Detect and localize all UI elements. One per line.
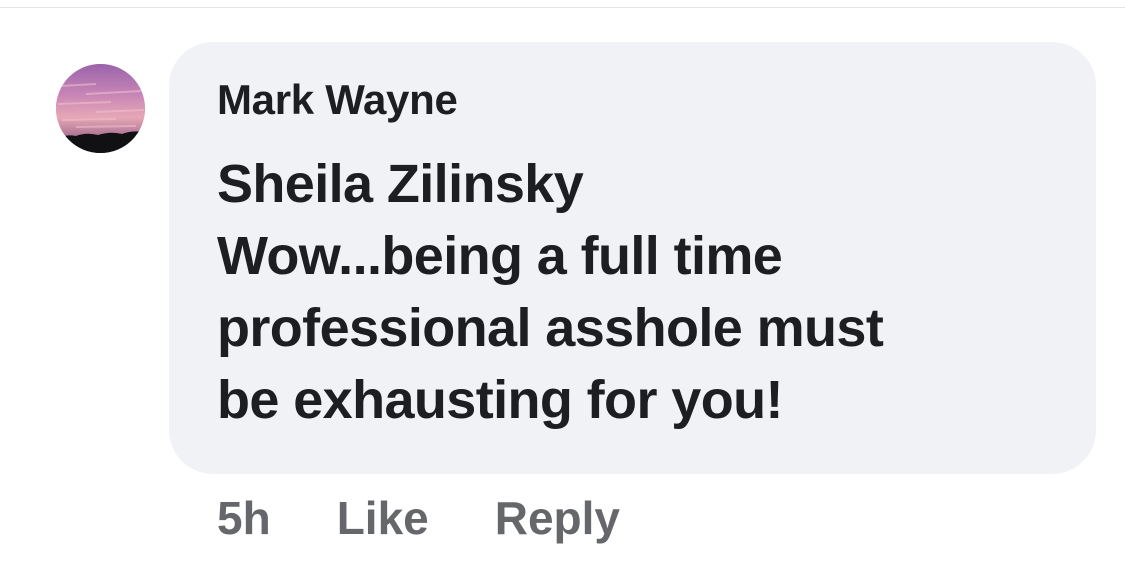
comment-text: Sheila Zilinsky Wow...being a full time … — [217, 148, 1077, 436]
reply-button[interactable]: Reply — [495, 491, 620, 545]
comment-timestamp[interactable]: 5h — [217, 491, 271, 545]
comment-author[interactable]: Mark Wayne — [217, 76, 458, 124]
comment-actions: 5h Like Reply — [217, 488, 620, 548]
comment-line-3: be exhausting for you! — [217, 370, 783, 430]
divider — [0, 7, 1125, 8]
comment-mention[interactable]: Sheila Zilinsky — [217, 148, 1077, 220]
like-button[interactable]: Like — [337, 491, 429, 545]
comment-line-1: Wow...being a full time — [217, 226, 783, 286]
comment-screen: Mark Wayne Sheila Zilinsky Wow...being a… — [0, 0, 1125, 586]
comment-line-2: professional asshole must — [217, 298, 884, 358]
avatar-image-icon — [56, 64, 145, 153]
user-avatar[interactable] — [56, 64, 145, 153]
